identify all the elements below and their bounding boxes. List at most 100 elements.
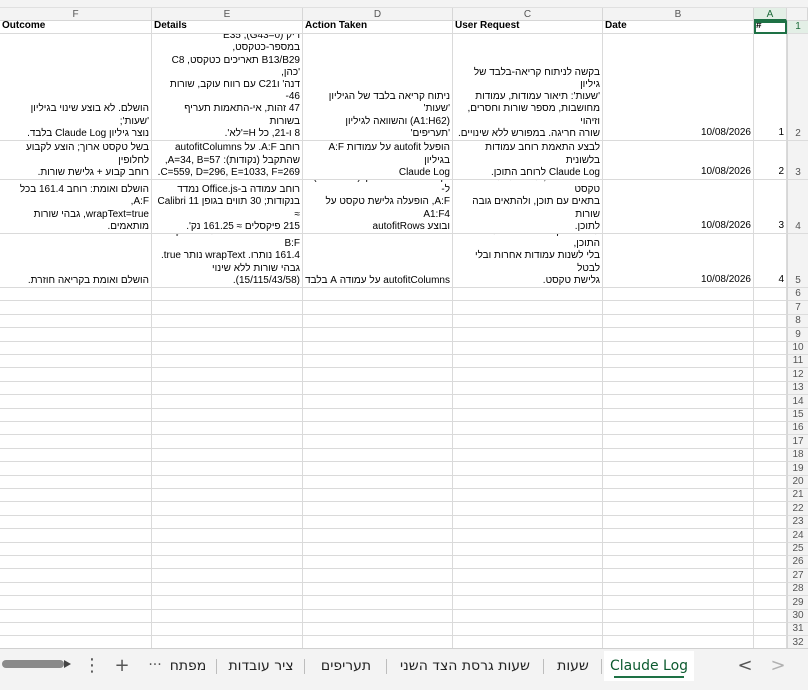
row-number[interactable]: 24 — [787, 529, 808, 543]
empty-cell[interactable] — [603, 489, 754, 503]
row-number[interactable]: 22 — [787, 502, 808, 516]
cell-turn[interactable]: 1 — [754, 34, 787, 141]
empty-cell[interactable] — [603, 355, 754, 369]
empty-cell[interactable] — [0, 515, 152, 530]
empty-cell[interactable] — [453, 328, 603, 342]
row-number[interactable]: 19 — [787, 462, 808, 476]
empty-cell[interactable] — [603, 381, 754, 396]
cell-details[interactable]: רוחב A:F. על autofitColumns שהתקבל (נקודו… — [152, 141, 303, 180]
cell-date[interactable]: 10/08/2026 — [603, 141, 754, 180]
empty-cell[interactable] — [754, 556, 787, 570]
empty-cell[interactable] — [303, 355, 453, 369]
empty-cell[interactable] — [152, 301, 303, 315]
row-number[interactable]: 26 — [787, 556, 808, 570]
empty-cell[interactable] — [0, 502, 152, 516]
empty-cell[interactable] — [303, 475, 453, 489]
row-number[interactable]: 16 — [787, 422, 808, 436]
empty-cell[interactable] — [754, 395, 787, 409]
empty-cell[interactable] — [453, 609, 603, 623]
empty-cell[interactable] — [754, 596, 787, 610]
empty-cell[interactable] — [152, 448, 303, 463]
empty-cell[interactable] — [0, 582, 152, 597]
empty-cell[interactable] — [303, 288, 453, 302]
empty-cell[interactable] — [303, 502, 453, 516]
empty-cell[interactable] — [603, 435, 754, 449]
empty-cell[interactable] — [303, 609, 453, 623]
empty-cell[interactable] — [754, 529, 787, 543]
empty-cell[interactable] — [152, 381, 303, 396]
empty-cell[interactable] — [453, 623, 603, 637]
cell-turn[interactable]: 3 — [754, 180, 787, 234]
empty-cell[interactable] — [603, 341, 754, 355]
empty-cell[interactable] — [754, 475, 787, 489]
empty-cell[interactable] — [152, 623, 303, 637]
cell-action[interactable]: ניתוח קריאה בלבד של הגיליון 'שעות' (A1:H6… — [303, 34, 453, 141]
empty-cell[interactable] — [603, 596, 754, 610]
cell-turn[interactable]: 2 — [754, 141, 787, 180]
cell-outcome[interactable]: הושלם. לא בוצע שינוי בגיליון 'שעות'; נוצר… — [0, 34, 152, 141]
cell-date[interactable]: 10/08/2026 — [603, 234, 754, 288]
empty-cell[interactable] — [303, 515, 453, 530]
empty-cell[interactable] — [754, 314, 787, 329]
empty-cell[interactable] — [603, 582, 754, 597]
sheet-list-menu-icon[interactable]: ⋮ — [80, 653, 104, 677]
empty-cell[interactable] — [603, 515, 754, 530]
column-header-a[interactable]: A — [754, 8, 787, 21]
header-cell-date[interactable]: Date — [603, 21, 754, 34]
empty-cell[interactable] — [453, 542, 603, 556]
empty-cell[interactable] — [303, 395, 453, 409]
row-number[interactable]: 14 — [787, 395, 808, 409]
empty-cell[interactable] — [152, 395, 303, 409]
empty-cell[interactable] — [0, 529, 152, 543]
empty-cell[interactable] — [303, 341, 453, 355]
row-number[interactable]: 20 — [787, 475, 808, 489]
empty-cell[interactable] — [303, 596, 453, 610]
empty-cell[interactable] — [152, 475, 303, 489]
empty-cell[interactable] — [754, 515, 787, 530]
empty-cell[interactable] — [453, 556, 603, 570]
previous-sheet-icon[interactable]: < — [733, 653, 757, 677]
empty-cell[interactable] — [0, 355, 152, 369]
empty-cell[interactable] — [152, 542, 303, 556]
empty-cell[interactable] — [152, 408, 303, 422]
row-number[interactable]: 27 — [787, 569, 808, 583]
cell-outcome[interactable]: הושלם. עמודות C ו-E רחבות מאודבשל טקסט א… — [0, 141, 152, 180]
spreadsheet-grid[interactable]: FEDCBA Outcome Details Action Taken User Re… — [0, 0, 808, 648]
row-number[interactable]: 1 — [787, 21, 808, 34]
empty-cell[interactable] — [152, 341, 303, 355]
empty-cell[interactable] — [453, 381, 603, 396]
empty-cell[interactable] — [754, 328, 787, 342]
empty-cell[interactable] — [0, 435, 152, 449]
empty-cell[interactable] — [453, 582, 603, 597]
empty-cell[interactable] — [754, 623, 787, 637]
cell-request[interactable]: לצמצם רק את עמודה A לרוחב התוכן,בלי לשנו… — [453, 234, 603, 288]
empty-cell[interactable] — [754, 448, 787, 463]
empty-cell[interactable] — [303, 556, 453, 570]
empty-cell[interactable] — [754, 636, 787, 648]
row-number[interactable]: 32 — [787, 636, 808, 648]
empty-cell[interactable] — [453, 529, 603, 543]
header-cell-action[interactable]: Action Taken — [303, 21, 453, 34]
empty-cell[interactable] — [603, 502, 754, 516]
tab-taarifim[interactable]: תעריפים — [308, 651, 384, 681]
empty-cell[interactable] — [0, 636, 152, 648]
empty-cell[interactable] — [0, 288, 152, 302]
column-header-e[interactable]: E — [152, 8, 303, 21]
empty-cell[interactable] — [0, 475, 152, 489]
empty-cell[interactable] — [754, 582, 787, 597]
empty-cell[interactable] — [754, 489, 787, 503]
row-number[interactable]: 21 — [787, 489, 808, 503]
empty-cell[interactable] — [453, 475, 603, 489]
empty-cell[interactable] — [603, 422, 754, 436]
row-number[interactable]: 18 — [787, 448, 808, 463]
empty-cell[interactable] — [453, 569, 603, 583]
empty-cell[interactable] — [603, 408, 754, 422]
empty-cell[interactable] — [0, 489, 152, 503]
row-number[interactable]: 8 — [787, 314, 808, 329]
tab-shaot-other-side[interactable]: שעות גרסת הצד השני — [390, 651, 540, 681]
empty-cell[interactable] — [603, 395, 754, 409]
cell-outcome[interactable]: הושלם ואומת בקריאה חוזרת. — [0, 234, 152, 288]
row-number[interactable]: 9 — [787, 328, 808, 342]
empty-cell[interactable] — [0, 596, 152, 610]
empty-cell[interactable] — [303, 462, 453, 476]
